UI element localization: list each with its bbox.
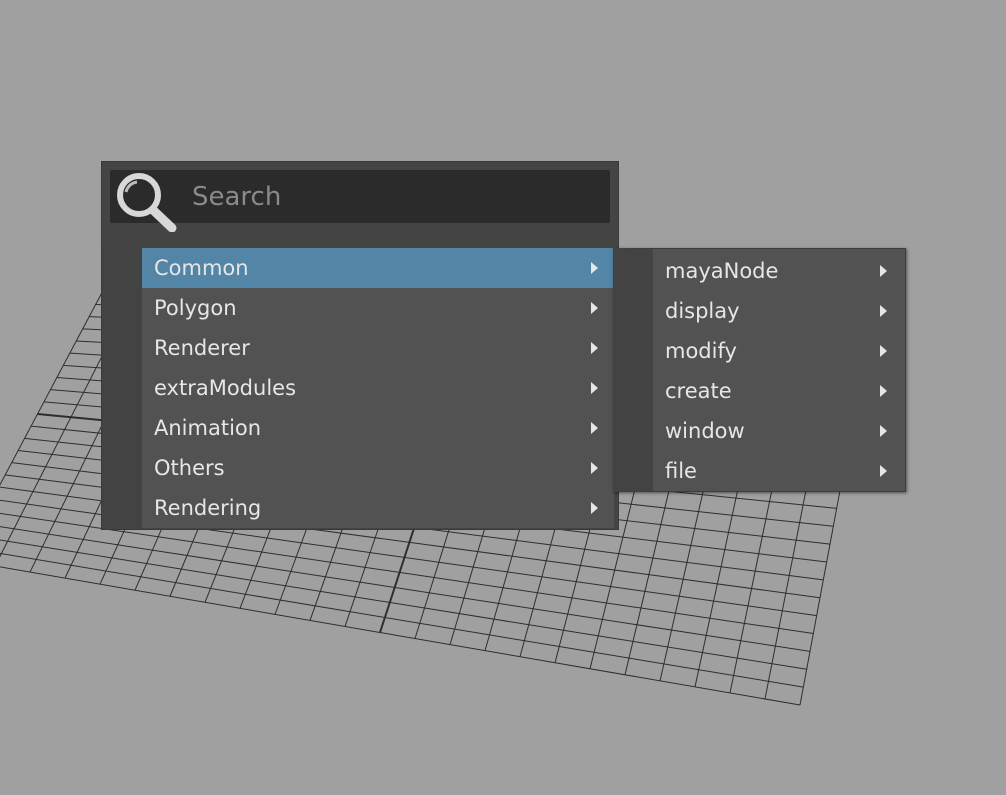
- submenu-item-label: window: [665, 419, 745, 443]
- category-menu: Common Polygon Renderer extraModules Ani…: [102, 248, 614, 528]
- menu-item-label: Animation: [154, 416, 262, 440]
- submenu-arrow-icon: [880, 385, 887, 397]
- submenu-item-window[interactable]: window: [653, 409, 905, 449]
- submenu-arrow-icon: [880, 425, 887, 437]
- menu-item-label: Polygon: [154, 296, 237, 320]
- submenu-arrow-icon: [591, 502, 598, 514]
- submenu-arrow-icon: [880, 465, 887, 477]
- submenu-arrow-icon: [880, 265, 887, 277]
- submenu-item-label: mayaNode: [665, 259, 779, 283]
- submenu-arrow-icon: [591, 462, 598, 474]
- menu-item-label: Others: [154, 456, 225, 480]
- submenu-item-label: display: [665, 299, 740, 323]
- submenu-item-mayanode[interactable]: mayaNode: [653, 249, 905, 289]
- menu-item-others[interactable]: Others: [142, 448, 614, 488]
- menu-item-label: extraModules: [154, 376, 297, 400]
- menu-item-label: Common: [154, 256, 249, 280]
- submenu-arrow-icon: [591, 382, 598, 394]
- submenu-arrow-icon: [591, 342, 598, 354]
- search-bar[interactable]: [110, 170, 610, 233]
- menu-item-label: Renderer: [154, 336, 250, 360]
- grid-line: [0, 512, 814, 634]
- submenu-arrow-icon: [591, 302, 598, 314]
- menu-item-label: Rendering: [154, 496, 262, 520]
- submenu-arrow-icon: [591, 422, 598, 434]
- submenu-arrow-icon: [591, 262, 598, 274]
- viewport-3d[interactable]: Common Polygon Renderer extraModules Ani…: [0, 0, 1006, 795]
- submenu-item-display[interactable]: display: [653, 289, 905, 329]
- submenu-arrow-icon: [880, 345, 887, 357]
- submenu-item-label: create: [665, 379, 732, 403]
- magnifier-icon: [112, 170, 178, 233]
- menu-item-extramodules[interactable]: extraModules: [142, 368, 614, 408]
- submenu-item-create[interactable]: create: [653, 369, 905, 409]
- menu-item-renderer[interactable]: Renderer: [142, 328, 614, 368]
- submenu-item-file[interactable]: file: [653, 449, 905, 489]
- menu-item-polygon[interactable]: Polygon: [142, 288, 614, 328]
- common-submenu: mayaNode display modify create window fi…: [613, 248, 906, 492]
- search-popup: Common Polygon Renderer extraModules Ani…: [102, 162, 618, 529]
- submenu-arrow-icon: [880, 305, 887, 317]
- menu-item-common[interactable]: Common: [142, 248, 614, 288]
- menu-item-animation[interactable]: Animation: [142, 408, 614, 448]
- submenu-item-modify[interactable]: modify: [653, 329, 905, 369]
- search-input[interactable]: [192, 178, 592, 216]
- submenu-item-label: modify: [665, 339, 737, 363]
- menu-item-rendering[interactable]: Rendering: [142, 488, 614, 528]
- submenu-item-label: file: [665, 459, 697, 483]
- grid-line: [0, 566, 801, 706]
- grid-line: [0, 539, 807, 670]
